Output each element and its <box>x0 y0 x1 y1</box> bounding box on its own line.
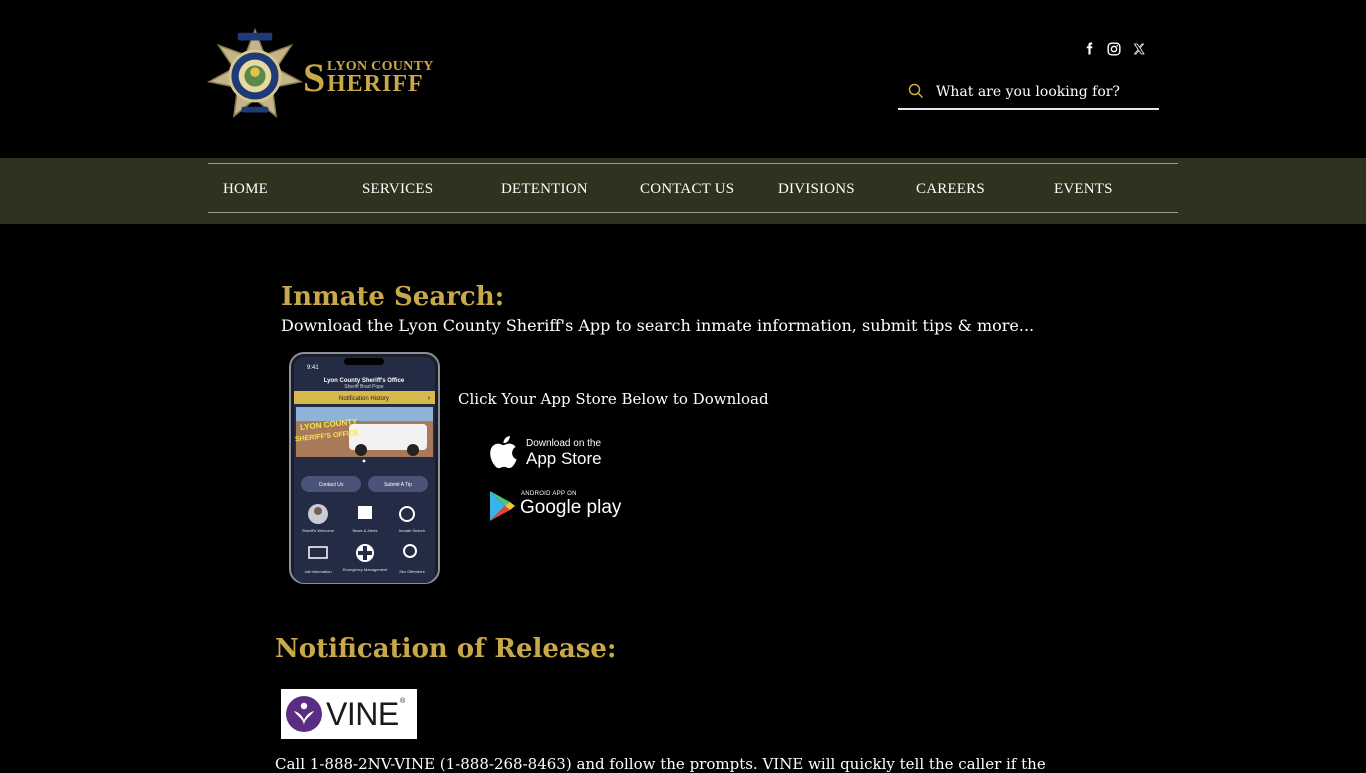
phone-time: 9:41 <box>307 365 319 371</box>
instagram-icon[interactable] <box>1106 41 1121 56</box>
vine-instructions: Call 1-888-2NV-VINE (1-888-268-8463) and… <box>275 755 1046 773</box>
site-header: LYON COUNTY S HERIFF <box>0 0 1366 158</box>
phone-notification-banner: Notification History <box>339 396 389 402</box>
search-input[interactable] <box>934 79 1153 105</box>
sheriff-badge-icon[interactable] <box>207 28 303 124</box>
nav-item-careers[interactable]: CAREERS <box>916 181 985 198</box>
search-icon[interactable] <box>908 83 924 99</box>
release-heading: Notification of Release: <box>275 634 617 664</box>
phone-app-subtitle: Sheriff Brad Pope <box>344 384 384 390</box>
nav-item-detention[interactable]: DETENTION <box>501 181 588 198</box>
apple-icon <box>490 435 517 469</box>
phone-tile-label: News & Alerts <box>353 528 378 533</box>
nav-item-contact-us[interactable]: CONTACT US <box>640 181 734 198</box>
vine-wordmark: VINE <box>326 696 399 732</box>
facebook-icon[interactable] <box>1082 41 1097 56</box>
phone-tile-label: Sheriff's Welcome <box>302 528 335 533</box>
brand-initial: S <box>303 55 326 100</box>
vine-emblem-icon <box>286 696 322 732</box>
phone-tile-label: Sex Offenders <box>399 569 425 574</box>
app-store-bottom-text: App Store <box>526 449 602 468</box>
nav-top-divider <box>208 163 1178 164</box>
nav-item-home[interactable]: HOME <box>223 181 268 198</box>
app-store-instructions: Click Your App Store Below to Download <box>458 390 769 408</box>
nav-bottom-divider <box>208 212 1178 213</box>
app-store-button[interactable]: Download on the App Store <box>479 430 610 474</box>
phone-contact-button: Contact Us <box>319 482 344 488</box>
phone-tip-button: Submit A Tip <box>384 482 412 488</box>
svg-text:›: › <box>428 393 431 402</box>
phone-app-preview: 9:41 Lyon County Sheriff's Office Sherif… <box>289 352 440 584</box>
google-play-button[interactable]: ANDROID APP ON Google play <box>479 482 627 530</box>
brand-title: HERIFF <box>327 71 424 97</box>
app-store-top-text: Download on the <box>526 438 602 449</box>
google-play-bottom-text: Google play <box>520 497 622 518</box>
vine-logo[interactable]: VINE ® <box>281 689 417 739</box>
site-search <box>898 74 1159 110</box>
inmate-search-heading: Inmate Search: <box>281 282 505 312</box>
google-play-icon <box>490 491 515 521</box>
inmate-search-description: Download the Lyon County Sheriff's App t… <box>281 316 1035 335</box>
phone-tile-label: Inmate Search <box>399 528 425 533</box>
nav-item-services[interactable]: SERVICES <box>362 181 433 198</box>
nav-item-divisions[interactable]: DIVISIONS <box>778 181 855 198</box>
x-twitter-icon[interactable] <box>1131 41 1146 56</box>
phone-tile-label: Emergency Management <box>343 567 389 572</box>
vine-registered-mark: ® <box>400 698 406 705</box>
phone-tile-label: Jail Information <box>304 569 331 574</box>
nav-item-events[interactable]: EVENTS <box>1054 181 1113 198</box>
